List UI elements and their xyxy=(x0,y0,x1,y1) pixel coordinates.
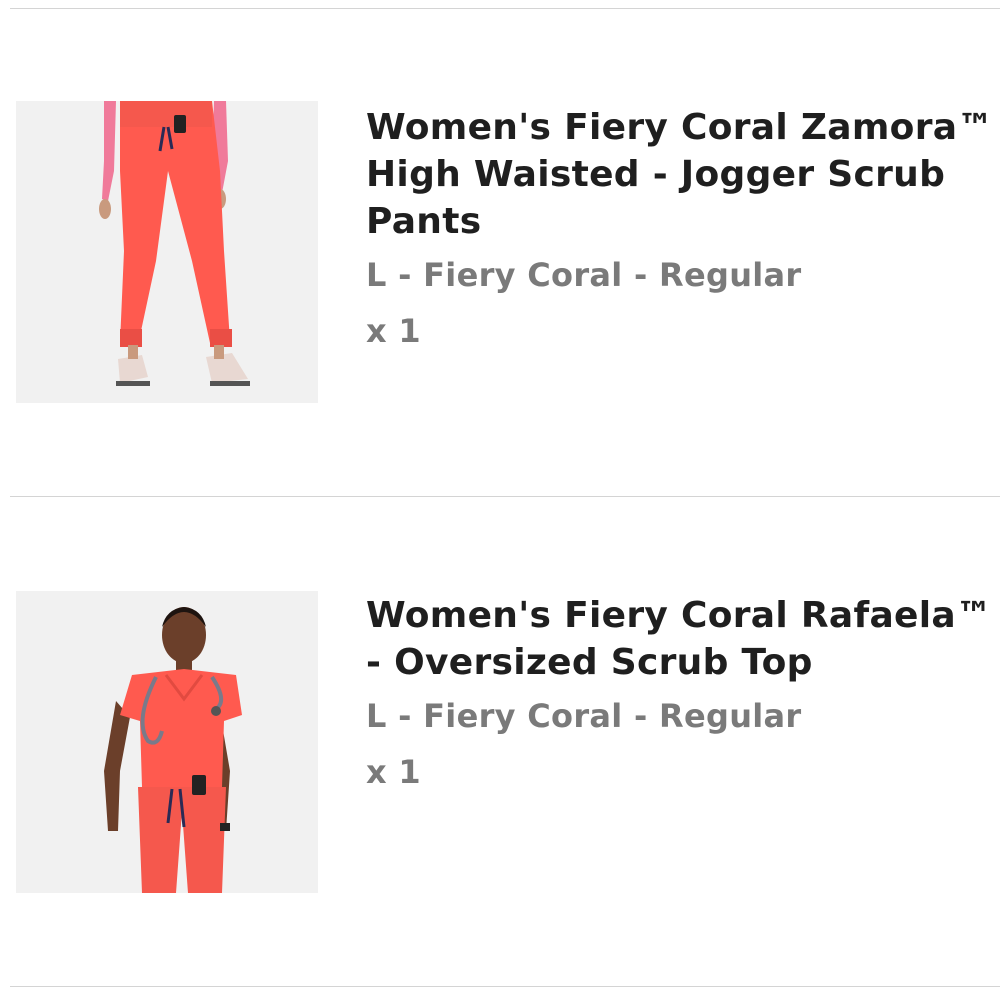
product-quantity: x 1 xyxy=(366,753,421,791)
scrub-top-product-photo-icon xyxy=(16,591,318,893)
product-quantity: x 1 xyxy=(366,312,421,350)
product-image[interactable] xyxy=(16,101,318,403)
jogger-pants-product-photo-icon xyxy=(16,101,318,403)
product-variant: L - Fiery Coral - Regular xyxy=(366,697,802,735)
top-divider xyxy=(10,8,1000,9)
product-image[interactable] xyxy=(16,591,318,893)
bottom-divider xyxy=(10,986,1000,987)
product-variant: L - Fiery Coral - Regular xyxy=(366,256,802,294)
product-title[interactable]: Women's Fiery Coral Rafaela™ - Oversized… xyxy=(366,592,994,686)
product-title[interactable]: Women's Fiery Coral Zamora™ High Waisted… xyxy=(366,104,994,245)
item-divider xyxy=(10,496,1000,497)
